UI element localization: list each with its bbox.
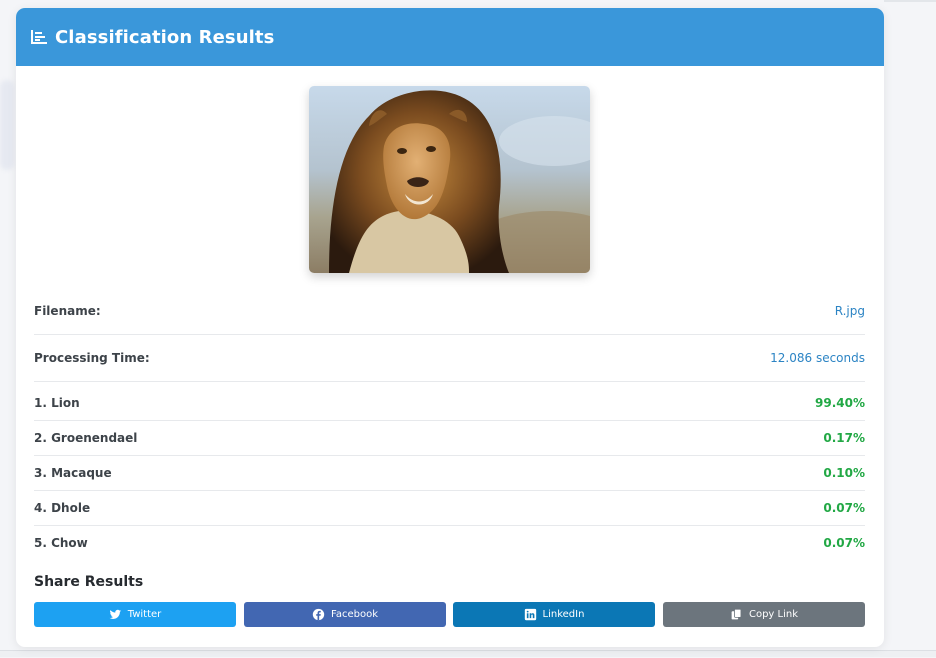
background-shape xyxy=(0,80,14,170)
prediction-row: 2. Groenendael 0.17% xyxy=(34,421,865,456)
prediction-label: 5. Chow xyxy=(34,536,88,550)
results-card: Classification Results Filename: R.jpg P… xyxy=(16,8,884,647)
share-button-label: LinkedIn xyxy=(542,609,585,620)
prediction-label: 1. Lion xyxy=(34,396,80,410)
share-button-label: Twitter xyxy=(127,609,162,620)
facebook-icon xyxy=(312,608,325,621)
prediction-row: 4. Dhole 0.07% xyxy=(34,491,865,526)
share-button-label: Facebook xyxy=(331,609,378,620)
processing-time-label: Processing Time: xyxy=(34,351,150,365)
prediction-label: 2. Groenendael xyxy=(34,431,138,445)
prediction-label: 4. Dhole xyxy=(34,501,91,515)
copy-icon xyxy=(731,608,742,620)
share-linkedin-button[interactable]: LinkedIn xyxy=(453,602,655,627)
share-results-title: Share Results xyxy=(34,574,144,590)
share-button-label: Copy Link xyxy=(748,609,799,620)
prediction-confidence: 99.40% xyxy=(815,396,865,410)
share-facebook-button[interactable]: Facebook xyxy=(244,602,446,627)
copy-link-button[interactable]: Copy Link xyxy=(663,602,865,627)
processing-time-value: 12.086 seconds xyxy=(770,351,865,365)
prediction-confidence: 0.07% xyxy=(823,536,865,550)
bar-chart-icon xyxy=(31,30,47,44)
prediction-confidence: 0.17% xyxy=(823,431,865,445)
linkedin-icon xyxy=(524,608,536,621)
share-twitter-button[interactable]: Twitter xyxy=(34,602,236,627)
card-header: Classification Results xyxy=(16,8,884,66)
prediction-row: 3. Macaque 0.10% xyxy=(34,456,865,491)
prediction-row: 5. Chow 0.07% xyxy=(34,526,865,560)
info-row-filename: Filename: R.jpg xyxy=(34,288,865,335)
prediction-confidence: 0.07% xyxy=(823,501,865,515)
page-background xyxy=(884,0,936,658)
lion-image xyxy=(309,86,590,273)
prediction-confidence: 0.10% xyxy=(823,466,865,480)
uploaded-image xyxy=(309,86,590,273)
filename-value: R.jpg xyxy=(834,304,865,318)
filename-label: Filename: xyxy=(34,304,101,318)
prediction-label: 3. Macaque xyxy=(34,466,112,480)
info-row-processing-time: Processing Time: 12.086 seconds xyxy=(34,335,865,382)
twitter-icon xyxy=(109,609,121,619)
page-title: Classification Results xyxy=(55,26,275,48)
prediction-row: 1. Lion 99.40% xyxy=(34,386,865,421)
